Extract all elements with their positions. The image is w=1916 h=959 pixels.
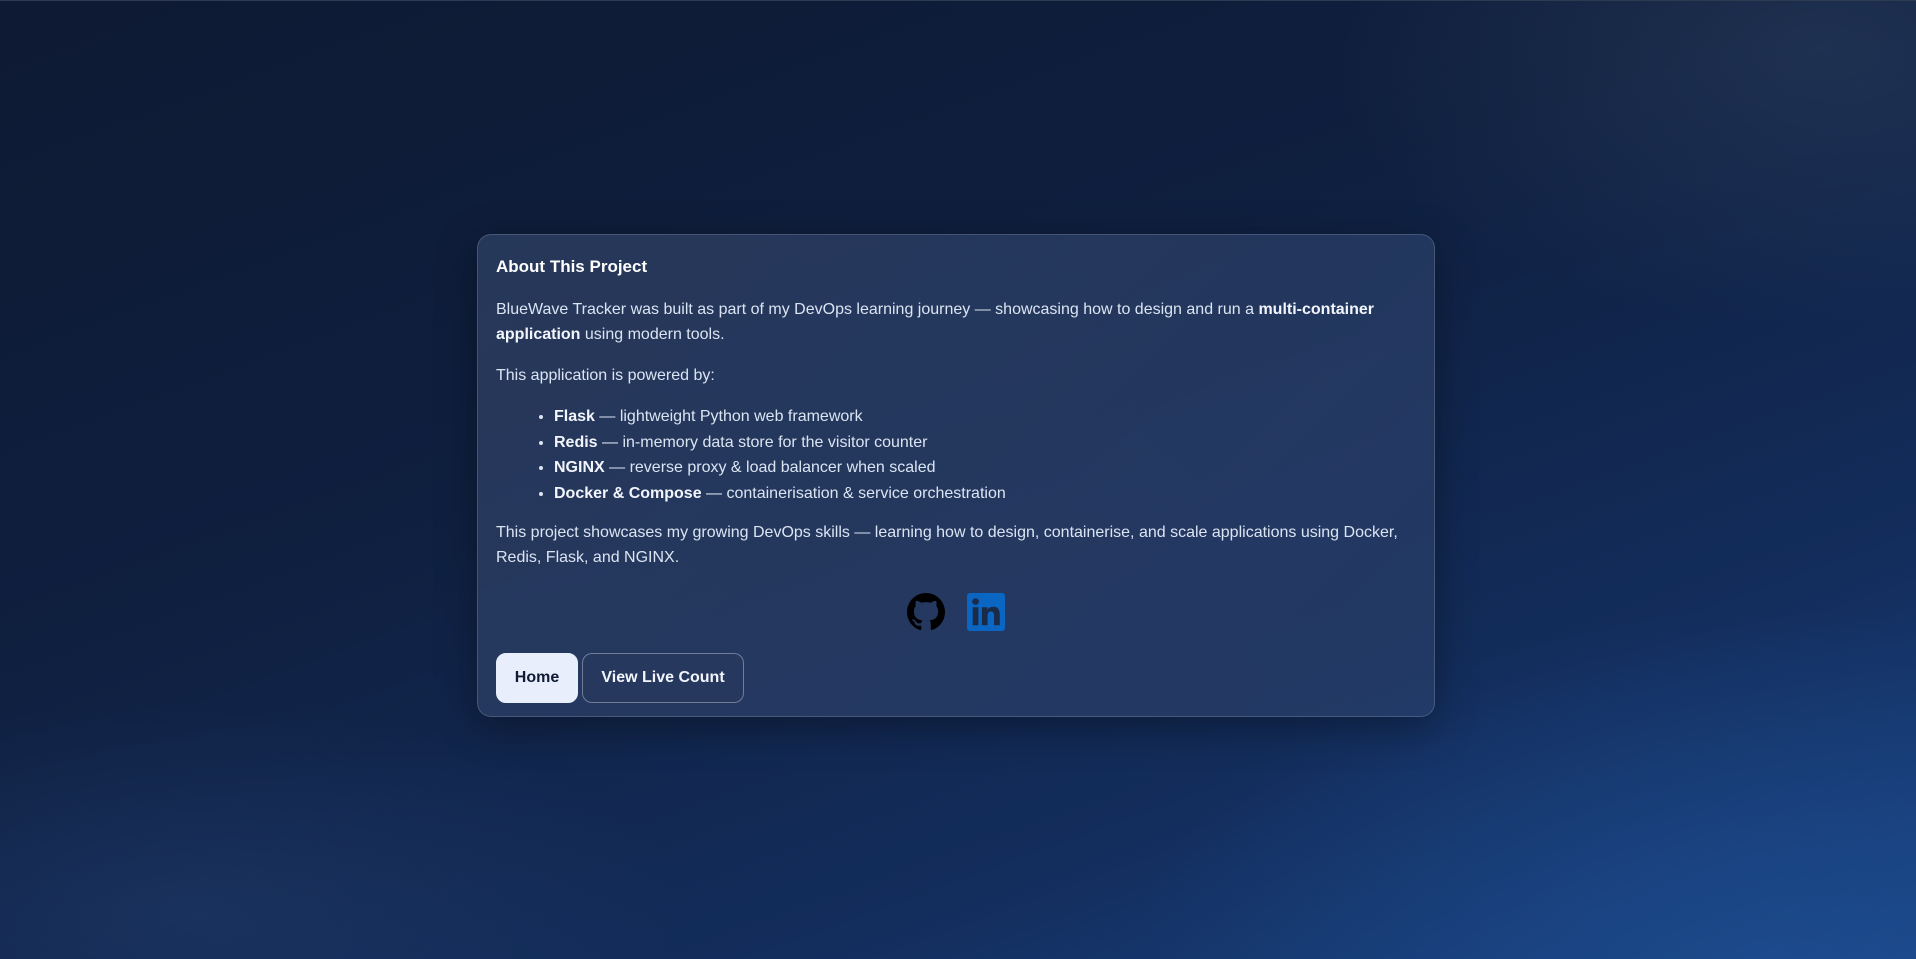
home-button[interactable]: Home (496, 653, 578, 703)
tech-stack-list: Flask — lightweight Python web framework… (496, 404, 1416, 506)
tech-desc: — lightweight Python web framework (594, 408, 863, 425)
intro-paragraph: BlueWave Tracker was built as part of my… (496, 297, 1416, 347)
card-title: About This Project (496, 257, 648, 276)
intro-text: BlueWave Tracker was built as part of my… (496, 301, 1259, 318)
github-icon[interactable] (907, 593, 945, 631)
tech-desc: — in-memory data store for the visitor c… (597, 433, 928, 451)
list-item: Redis — in-memory data store for the vis… (554, 430, 1416, 456)
tech-desc: — reverse proxy & load balancer when sca… (604, 459, 936, 476)
closing-paragraph: This project showcases my growing DevOps… (496, 524, 1398, 566)
intro-text-end: using modern tools. (580, 326, 725, 343)
top-border (0, 0, 1916, 1)
tech-name: Docker & Compose (554, 484, 702, 502)
list-item: NGINX — reverse proxy & load balancer wh… (554, 455, 1416, 481)
tech-desc: — containerisation & service orchestrati… (701, 484, 1006, 502)
view-live-count-button[interactable]: View Live Count (582, 653, 744, 703)
list-item: Docker & Compose — containerisation & se… (554, 481, 1416, 507)
powered-by-text: This application is powered by: (496, 367, 715, 384)
linkedin-icon[interactable] (967, 593, 1005, 631)
tech-name: NGINX (554, 459, 605, 476)
nav-buttons: Home View Live Count (496, 653, 1416, 703)
list-item: Flask — lightweight Python web framework (554, 404, 1416, 430)
social-links (496, 592, 1416, 632)
tech-name: Flask (554, 408, 595, 425)
tech-name: Redis (554, 433, 598, 451)
about-card: About This Project BlueWave Tracker was … (477, 234, 1435, 717)
